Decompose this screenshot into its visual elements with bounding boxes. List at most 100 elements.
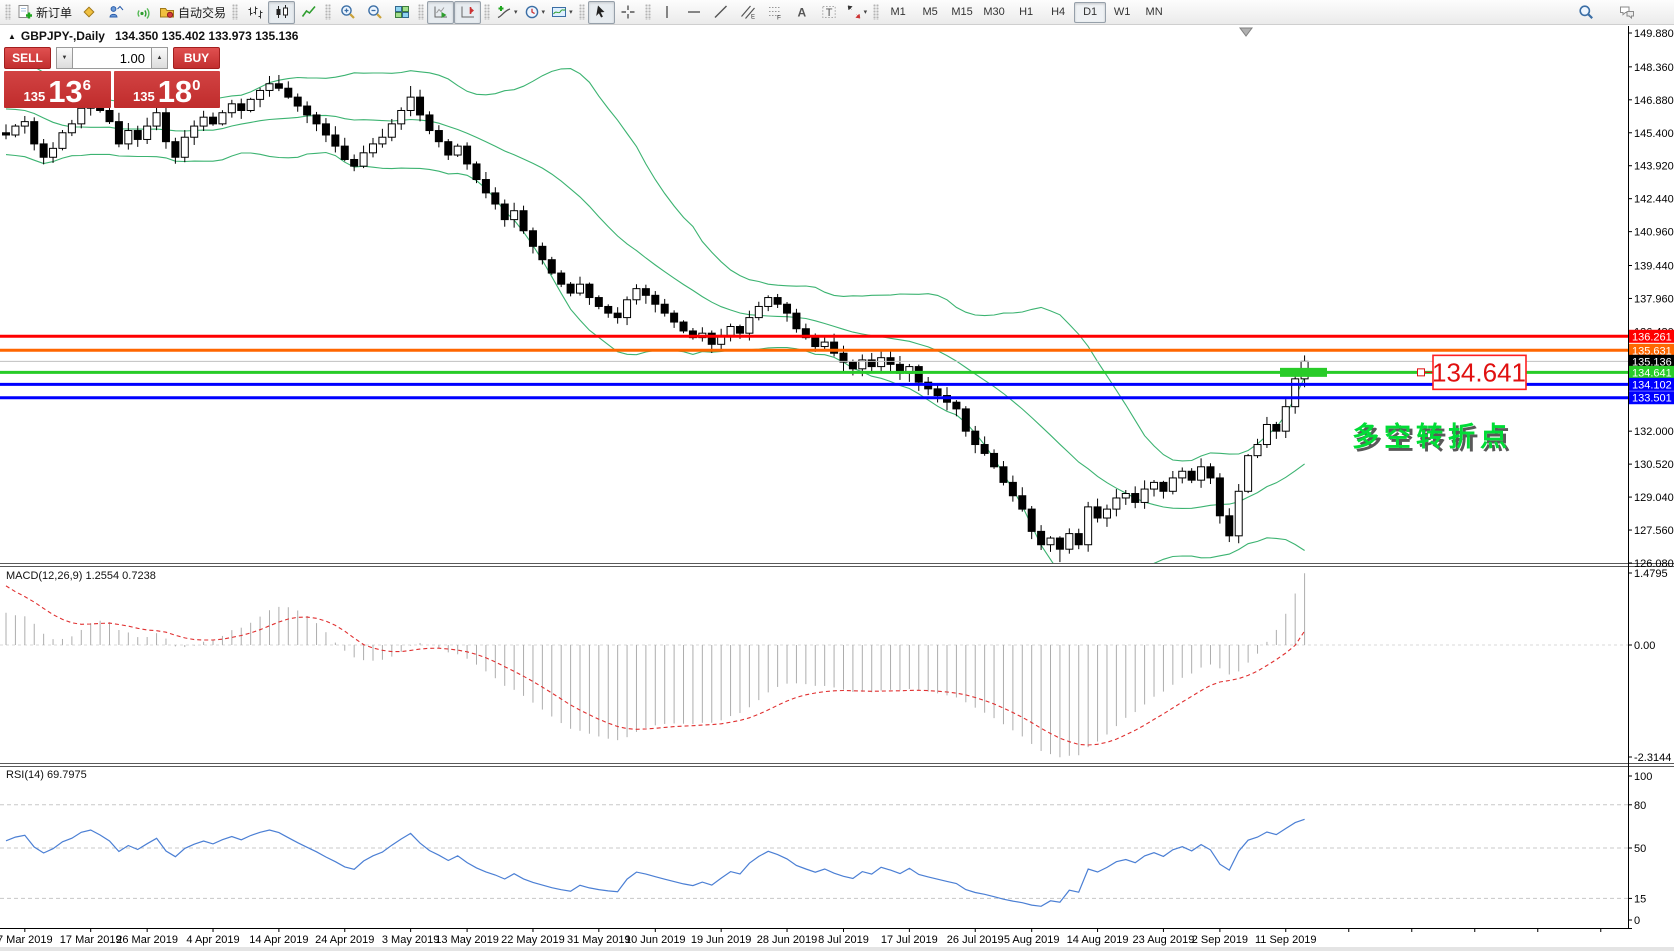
- oct-collapse-icon[interactable]: ▲: [8, 32, 16, 41]
- date-tick-label: 8 Jul 2019: [818, 934, 869, 946]
- buy-price-point: 0: [192, 71, 200, 101]
- trendline-button[interactable]: [708, 1, 735, 24]
- buy-price-figure: 135: [133, 88, 155, 105]
- timeframe-m5-button[interactable]: M5: [914, 2, 946, 23]
- candle: [181, 137, 188, 157]
- candle: [934, 389, 941, 396]
- candle: [765, 298, 772, 307]
- candle: [285, 88, 292, 97]
- date-tick-label: 5 Aug 2019: [1004, 934, 1060, 946]
- annotation-text[interactable]: 多空转折点: [1352, 421, 1512, 452]
- new-chart-button[interactable]: [75, 1, 102, 24]
- templates-button[interactable]: ▾: [548, 1, 576, 24]
- zoom-out-button[interactable]: [361, 1, 388, 24]
- text-button[interactable]: A: [789, 1, 816, 24]
- fibonacci-button[interactable]: F: [762, 1, 789, 24]
- profiles-button[interactable]: [102, 1, 129, 24]
- autotrade-icon: [159, 4, 175, 20]
- candle: [840, 353, 847, 362]
- candle: [1188, 471, 1195, 480]
- candle: [624, 300, 631, 318]
- timeframe-h4-button[interactable]: H4: [1042, 2, 1074, 23]
- tile-icon: [394, 4, 410, 20]
- horizontal-line-button[interactable]: [681, 1, 708, 24]
- autotrading-button[interactable]: 自动交易: [156, 1, 229, 24]
- candle: [1028, 509, 1035, 531]
- candle: [774, 298, 781, 305]
- volume-decrease-button[interactable]: ▼: [56, 47, 73, 69]
- candle: [746, 318, 753, 334]
- mt4-window: { "icons": {"collapse_triangle": "▲", "v…: [0, 0, 1674, 951]
- candle: [322, 124, 329, 135]
- date-tick-label: 2 Sep 2019: [1192, 934, 1248, 946]
- candle: [445, 142, 452, 155]
- timeframe-mn-button[interactable]: MN: [1138, 2, 1170, 23]
- date-tick-label: 17 Mar 2019: [60, 934, 122, 946]
- candle: [567, 284, 574, 293]
- candle: [1151, 482, 1158, 489]
- volume-input[interactable]: [73, 47, 151, 69]
- new-order-button[interactable]: 新订单: [14, 1, 75, 24]
- candle: [473, 164, 480, 180]
- timeframe-m30-button[interactable]: M30: [978, 2, 1010, 23]
- periods-button[interactable]: ▾: [521, 1, 549, 24]
- candle: [1075, 534, 1082, 545]
- timeframe-d1-button[interactable]: D1: [1074, 2, 1106, 23]
- price-tag-text: 133.501: [1632, 393, 1672, 405]
- candle: [153, 113, 160, 126]
- candle: [1056, 538, 1063, 549]
- line-chart-button[interactable]: [295, 1, 322, 24]
- rsi-tick-label: 80: [1634, 800, 1646, 812]
- timeframe-m15-button[interactable]: M15: [946, 2, 978, 23]
- symbol-search-button[interactable]: [1572, 1, 1599, 24]
- fibo-icon: F: [767, 4, 783, 20]
- indicators-button[interactable]: ▾: [493, 1, 521, 24]
- candle: [59, 133, 66, 149]
- crosshair-button[interactable]: [615, 1, 642, 24]
- buy-button[interactable]: BUY: [173, 47, 220, 69]
- price-tick-label: 139.440: [1634, 260, 1674, 272]
- candle: [953, 402, 960, 409]
- candle: [115, 122, 122, 144]
- candle: [134, 131, 141, 140]
- sell-button[interactable]: SELL: [4, 47, 51, 69]
- signals-button[interactable]: [129, 1, 156, 24]
- label-button[interactable]: T: [816, 1, 843, 24]
- candle: [633, 289, 640, 300]
- sell-price-button[interactable]: 135136: [4, 71, 111, 108]
- chart-shift-button[interactable]: [454, 1, 481, 24]
- equidistant-channel-button[interactable]: E: [735, 1, 762, 24]
- timeframe-m1-button[interactable]: M1: [882, 2, 914, 23]
- zoom-in-button[interactable]: [334, 1, 361, 24]
- timeframe-w1-button[interactable]: W1: [1106, 2, 1138, 23]
- auto-scroll-button[interactable]: [427, 1, 454, 24]
- chat-button[interactable]: [1613, 1, 1640, 24]
- tile-windows-button[interactable]: [388, 1, 415, 24]
- svg-text:A: A: [798, 6, 807, 20]
- vertical-line-button[interactable]: [654, 1, 681, 24]
- price-tag-text: 134.102: [1632, 379, 1672, 391]
- toolbar-grip: [325, 4, 331, 20]
- candle: [464, 146, 471, 164]
- bar-chart-button[interactable]: [241, 1, 268, 24]
- candle: [605, 306, 612, 313]
- candle: [652, 295, 659, 304]
- macd-tick-label: 1.4795: [1634, 568, 1668, 580]
- buy-price-button[interactable]: 135180: [114, 71, 221, 108]
- price-tick-label: 130.520: [1634, 459, 1674, 471]
- candle: [21, 122, 28, 126]
- volume-increase-button[interactable]: ▲: [151, 47, 168, 69]
- candle: [1094, 507, 1101, 518]
- chart-area[interactable]: 多空转折点多空转折点134.641149.880148.360146.88014…: [0, 26, 1674, 951]
- sell-price-figure: 135: [23, 88, 45, 105]
- arrows-button[interactable]: ▾: [843, 1, 871, 24]
- candle: [275, 84, 282, 88]
- candle: [294, 97, 301, 106]
- candle: [266, 84, 273, 91]
- cursor-button[interactable]: [588, 1, 615, 24]
- date-tick-label: 10 Jun 2019: [625, 934, 686, 946]
- candlestick-chart-button[interactable]: [268, 1, 295, 24]
- support-highlight-segment[interactable]: [1280, 368, 1327, 377]
- timeframe-h1-button[interactable]: H1: [1010, 2, 1042, 23]
- candle: [304, 106, 311, 115]
